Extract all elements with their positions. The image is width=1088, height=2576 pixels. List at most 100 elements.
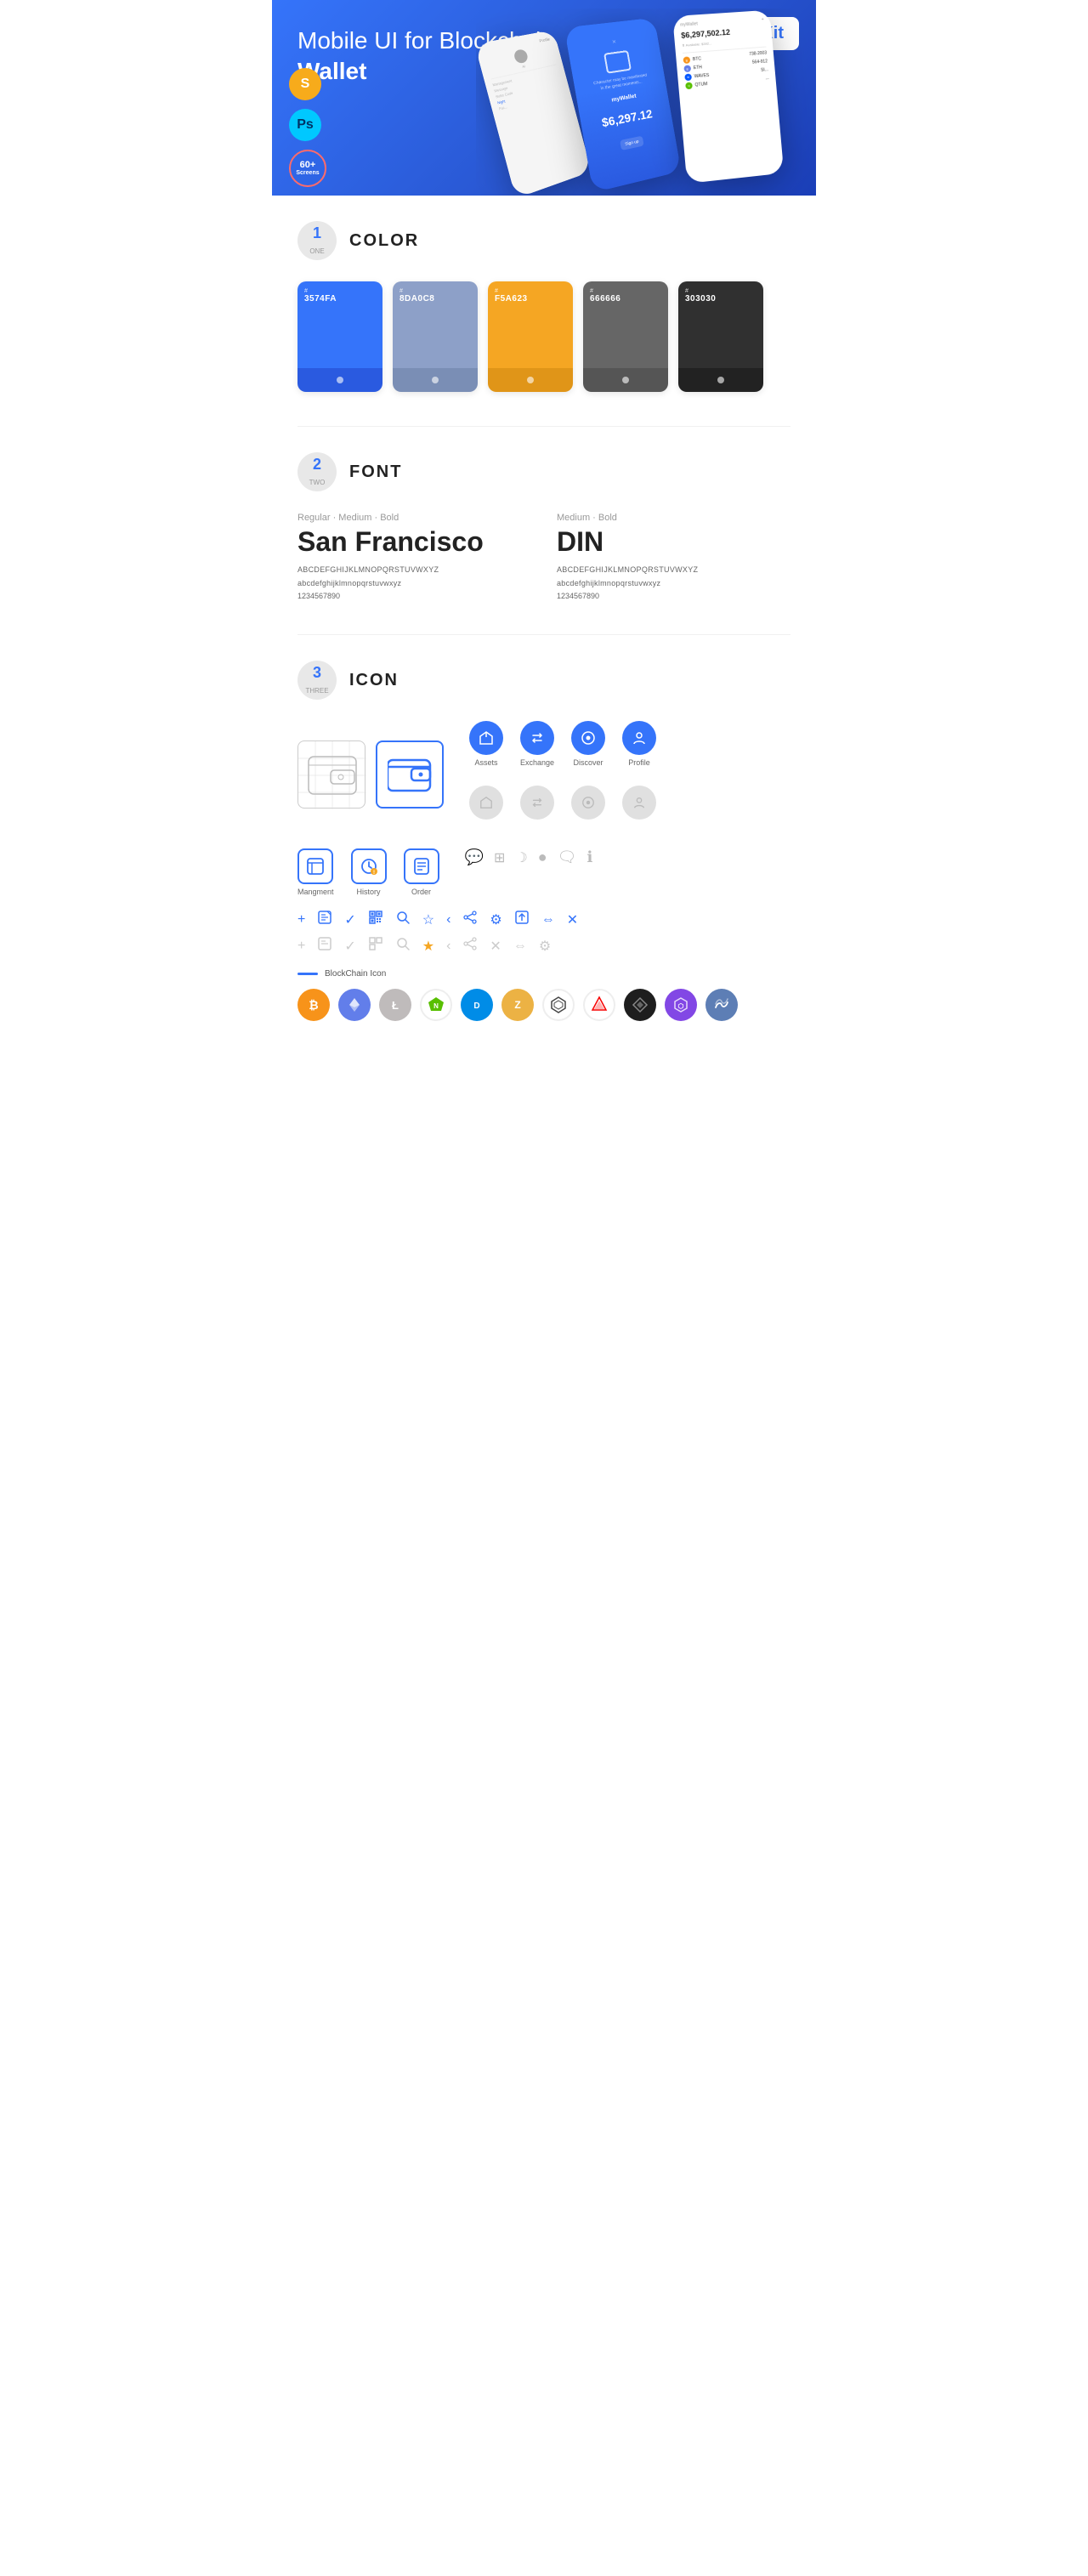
edit-doc-icon-gray — [317, 936, 332, 956]
font-din-upper: ABCDEFGHIJKLMNOPQRSTUVWXYZ — [557, 563, 790, 576]
search-icon-gray — [395, 936, 411, 956]
blockchain-label-row: BlockChain Icon — [298, 969, 790, 979]
management-label: Mangment — [298, 888, 334, 896]
wireframe-grid-icon — [298, 741, 366, 809]
settings-icon: ⚙ — [490, 911, 502, 928]
section-2-badge: 2 TWO — [298, 452, 337, 491]
swatch-gray: # 666666 — [583, 281, 668, 392]
management-icon — [298, 848, 333, 884]
waves-icon — [706, 989, 738, 1021]
hero-section: Mobile UI for Blockchain Wallet UI Kit S… — [272, 0, 816, 196]
ark-icon — [583, 989, 615, 1021]
speech-icon: 🗨 — [558, 848, 577, 866]
order-label: Order — [411, 888, 431, 896]
close-icon-gray: ✕ — [490, 938, 501, 955]
wallet-icon-blue — [376, 740, 444, 809]
font-sf-label: Regular · Medium · Bold — [298, 513, 531, 523]
nav-icon-profile-gray — [622, 786, 656, 820]
exchange-icon-gray — [520, 786, 554, 820]
app-icons-row: Mangment ! History Order 💬 — [298, 848, 790, 896]
color-section-title: COLOR — [349, 231, 419, 251]
profile-icon-gray — [622, 786, 656, 820]
misc-icons-row: 💬 ⊞ ☽ ● 🗨 ℹ — [465, 848, 593, 866]
discover-icon — [571, 721, 605, 755]
upload-icon — [514, 910, 530, 929]
history-icon-item: ! History — [351, 848, 387, 896]
assets-label: Assets — [474, 758, 497, 767]
nav-icon-discover: Discover — [571, 721, 605, 767]
wallet-wireframe-1 — [298, 740, 366, 809]
chevron-left-icon: ‹ — [446, 912, 450, 928]
font-din: Medium · Bold DIN ABCDEFGHIJKLMNOPQRSTUV… — [557, 513, 790, 600]
font-sf: Regular · Medium · Bold San Francisco AB… — [298, 513, 531, 600]
assets-icon-gray — [469, 786, 503, 820]
font-section-content: Regular · Medium · Bold San Francisco AB… — [298, 513, 790, 600]
svg-text:N: N — [434, 1002, 439, 1010]
svg-text:₿: ₿ — [309, 998, 318, 1012]
history-icon: ! — [351, 848, 387, 884]
share-icon-gray — [462, 936, 478, 956]
iota-icon — [542, 989, 575, 1021]
profile-icon — [622, 721, 656, 755]
nav-icon-assets-gray — [469, 786, 503, 820]
star-icon: ☆ — [422, 911, 434, 928]
assets-icon — [469, 721, 503, 755]
profile-label: Profile — [628, 758, 650, 767]
nav-icon-discover-gray — [571, 786, 605, 820]
plus-icon-gray: + — [298, 939, 305, 954]
exchange-icon — [520, 721, 554, 755]
hero-tools: S Ps 60+ Screens — [289, 68, 326, 187]
discover-label: Discover — [574, 758, 604, 767]
wallet-svg-icon — [388, 757, 432, 792]
font-sf-numbers: 1234567890 — [298, 592, 531, 600]
svg-text:!: ! — [373, 871, 375, 876]
phones-area: Profile AI Management Message Refer Code… — [476, 9, 816, 196]
edit-doc-icon — [317, 910, 332, 929]
font-din-name: DIN — [557, 526, 790, 558]
enigma-icon — [624, 989, 656, 1021]
info-icon: ℹ — [586, 848, 592, 866]
font-din-numbers: 1234567890 — [557, 592, 790, 600]
blockchain-line-decoration — [298, 973, 318, 975]
share-icon — [462, 910, 478, 929]
plus-icon: + — [298, 912, 305, 928]
font-sf-lower: abcdefghijklmnopqrstuvwxyz — [298, 576, 531, 590]
font-din-lower: abcdefghijklmnopqrstuvwxyz — [557, 576, 790, 590]
settings-icon-gray: ⚙ — [539, 938, 551, 955]
icon-main-row: Assets Exchange Discover — [298, 721, 790, 828]
chevron-left-icon-gray: ‹ — [446, 939, 450, 954]
moon-icon: ☽ — [515, 849, 527, 866]
nav-icons-container: Assets Exchange Discover — [469, 721, 656, 828]
screens-badge: 60+ Screens — [289, 150, 326, 187]
font-sf-name: San Francisco — [298, 526, 531, 558]
swatch-gray-blue: # 8DA0C8 — [393, 281, 478, 392]
management-icon-item: Mangment — [298, 848, 334, 896]
close-icon: ✕ — [567, 911, 578, 928]
font-grid: Regular · Medium · Bold San Francisco AB… — [298, 513, 790, 600]
svg-text:Z: Z — [514, 999, 520, 1011]
crypto-icons-row: ₿ Ł N D Z — [298, 989, 790, 1021]
color-section-header: 1 ONE COLOR — [298, 221, 790, 260]
section-1-badge: 1 ONE — [298, 221, 337, 260]
check-icon-gray: ✓ — [344, 938, 355, 955]
font-section-header: 2 TWO FONT — [298, 452, 790, 491]
icon-section-header: 3 THREE ICON — [298, 661, 790, 700]
chat-icon: 💬 — [465, 848, 484, 866]
litecoin-icon: Ł — [379, 989, 411, 1021]
tools-row-1: + ✓ ☆ ‹ ⚙ ⇔ ✕ — [298, 910, 790, 929]
swatch-orange: # F5A623 — [488, 281, 573, 392]
wallet-wireframes — [298, 740, 444, 809]
svg-text:D: D — [473, 1001, 479, 1011]
check-icon: ✓ — [344, 911, 355, 928]
layers-icon: ⊞ — [494, 849, 505, 866]
nav-icons-row-colored: Assets Exchange Discover — [469, 721, 656, 767]
photoshop-icon: Ps — [289, 109, 321, 141]
neo-icon: N — [420, 989, 452, 1021]
swatch-blue: # 3574FA — [298, 281, 382, 392]
qr-icon-gray — [368, 936, 383, 956]
sketch-icon: S — [289, 68, 321, 100]
history-label: History — [357, 888, 381, 896]
nav-icon-profile: Profile — [622, 721, 656, 767]
exchange-label: Exchange — [520, 758, 554, 767]
order-icon-item: Order — [404, 848, 439, 896]
